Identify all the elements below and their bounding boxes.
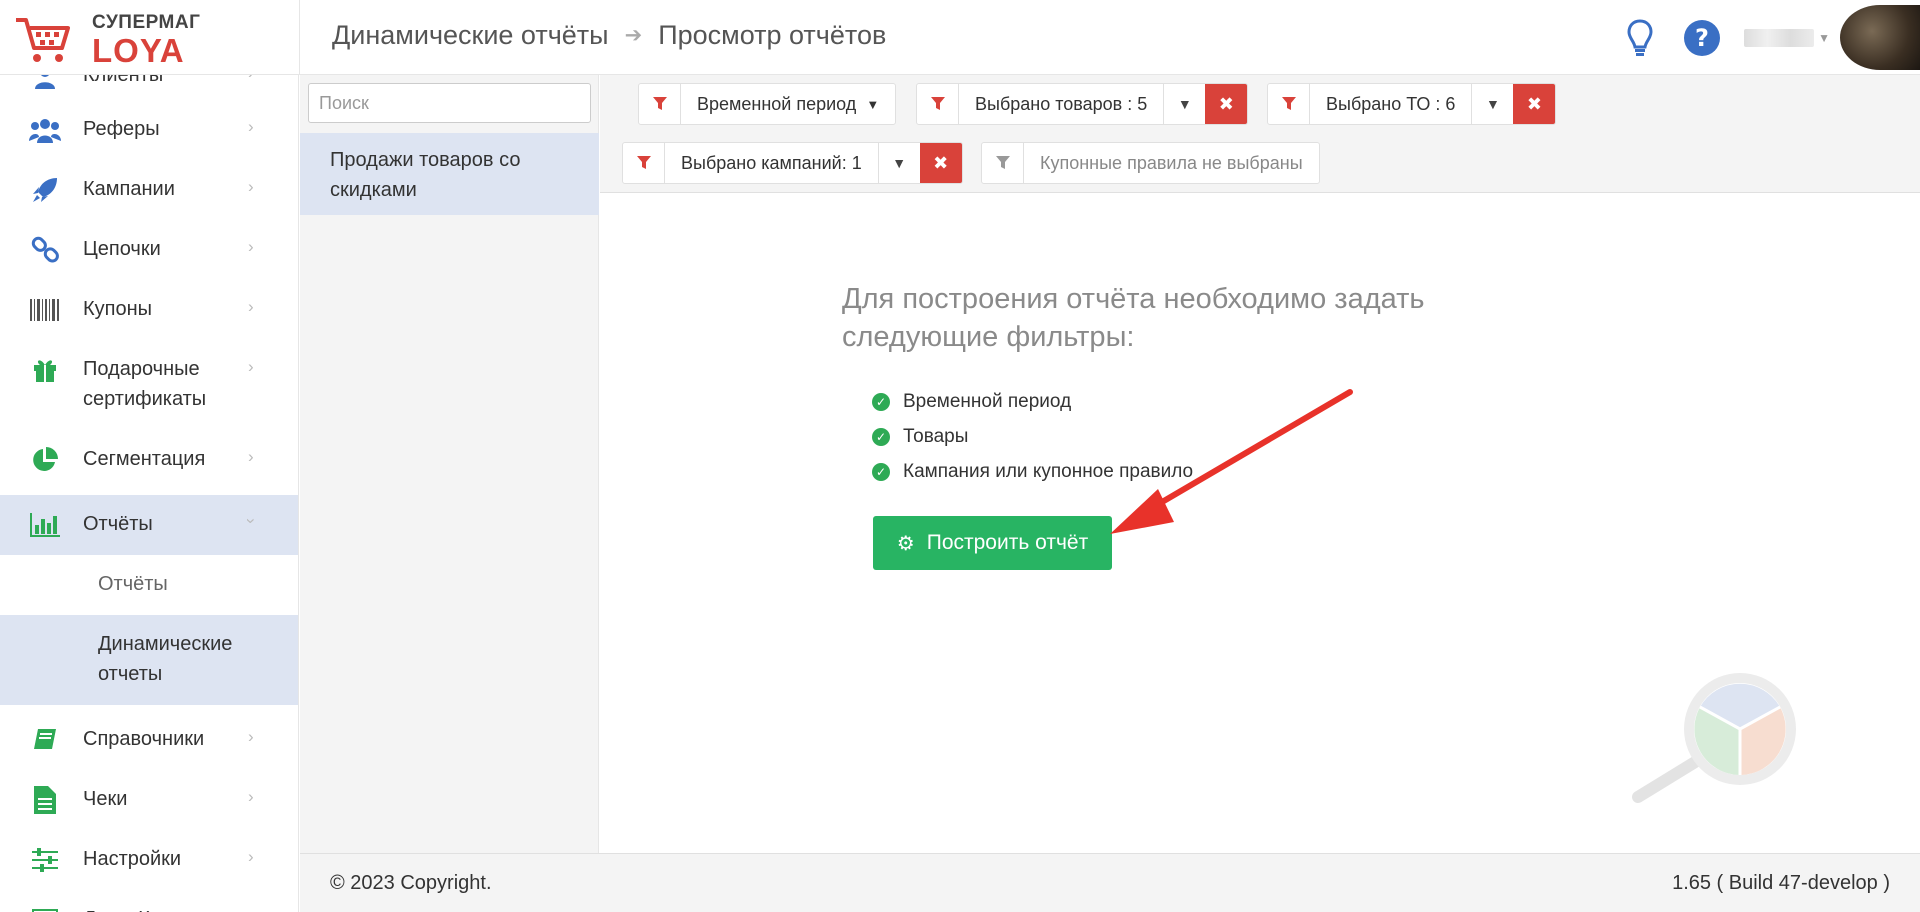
chevron-right-icon: › [248,787,254,806]
sidebar-item-segmentation[interactable]: Сегментация › [0,435,298,485]
sidebar-subitem-reports[interactable]: Отчёты [0,555,298,615]
chevron-right-icon: › [248,297,254,316]
chevron-right-icon: › [248,847,254,866]
sidebar-item-directories[interactable]: Справочники › [0,715,298,765]
logo-title: СУПЕРМАГ [92,12,201,33]
chevron-right-icon: › [248,357,254,376]
version-text: 1.65 ( Build 47-develop ) [1672,872,1890,894]
build-report-button[interactable]: ⚙ Построить отчёт [873,516,1112,570]
filter-campaigns: Выбрано кампаний: 1 ▼ ✖ [622,142,963,184]
required-filters-message: Для построения отчёта необходимо задать … [842,283,1425,353]
report-list-panel: Продажи товаров со скидками [300,75,599,853]
filter-to: Выбрано ТО : 6 ▼ ✖ [1267,83,1557,125]
footer: © 2023 Copyright. 1.65 ( Build 47-develo… [300,853,1920,912]
annotation-arrow [1110,389,1353,534]
breadcrumb-item-view-reports: Просмотр отчётов [658,20,887,50]
magnifier-icon [1632,673,1796,803]
sidebar: Клиенты › Реферы › Кампании › Цепочки › … [0,75,299,912]
chevron-right-icon: › [248,237,254,256]
breadcrumb-item-dynamic-reports[interactable]: Динамические отчёты [332,20,609,51]
sidebar-subitem-dynamic-reports[interactable]: Динамические отчеты [0,615,298,705]
check-circle-icon: ✓ [872,392,890,411]
gift-icon [28,353,62,387]
caret-down-icon[interactable]: ▼ [1163,84,1205,124]
caret-down-icon[interactable]: ▼ [877,143,920,183]
sidebar-item-clients[interactable]: Клиенты › [0,75,298,97]
cart-logo-icon [16,18,70,62]
logo-brand: LOYA [92,32,185,69]
filter-coupon-rules-label[interactable]: Купонные правила не выбраны [1024,143,1319,183]
filter-goods: Выбрано товаров : 5 ▼ ✖ [916,83,1249,125]
chevron-right-icon: › [248,117,254,136]
caret-down-icon[interactable]: ▼ [1471,84,1513,124]
report-content: Для построения отчёта необходимо задать … [600,194,1920,853]
filter-bar: Временной период ▼ Выбрано товаров : 5 ▼… [600,75,1920,193]
chevron-down-icon[interactable]: ▼ [1818,31,1830,45]
chevron-right-icon: › [248,75,254,83]
sidebar-item-chains[interactable]: Цепочки › [0,225,298,275]
filter-goods-label[interactable]: Выбрано товаров : 5 [959,84,1163,124]
filter-period-dropdown[interactable]: Временной период ▼ [681,84,895,124]
filter-coupon-rules[interactable]: Купонные правила не выбраны [981,142,1320,184]
close-icon[interactable]: ✖ [919,143,962,183]
link-icon [28,233,62,267]
copyright-text: © 2023 Copyright. [330,872,492,894]
chevron-down-icon: › [241,518,261,524]
close-icon[interactable]: ✖ [1513,84,1556,124]
filter-funnel-icon [917,84,959,124]
avatar[interactable] [1840,5,1920,70]
report-item-discount-sales[interactable]: Продажи товаров со скидками [300,133,599,215]
arrow-right-icon: ➔ [624,24,643,47]
logo[interactable]: СУПЕРМАГ LOYA [14,10,299,70]
sidebar-item-reports[interactable]: Отчёты › [0,495,298,555]
chevron-right-icon: › [248,447,254,466]
check-circle-icon: ✓ [872,427,890,446]
users-icon [28,113,62,147]
gears-icon: ⚙ [896,532,915,555]
header-divider [299,0,300,75]
bar-chart-icon [28,508,62,542]
book-icon [28,723,62,757]
sidebar-item-demo-cash[interactable]: Демо Касса [0,895,298,912]
check-circle-icon: ✓ [872,462,890,481]
filter-funnel-icon [639,84,681,124]
help-icon[interactable]: ? [1682,18,1722,58]
filter-campaigns-label[interactable]: Выбрано кампаний: 1 [665,143,878,183]
barcode-icon [28,293,62,327]
sidebar-item-referers[interactable]: Реферы › [0,105,298,155]
monitor-icon [28,903,62,912]
sidebar-item-gift-certificates[interactable]: Подарочные сертификаты › [0,345,298,425]
close-icon[interactable]: ✖ [1205,84,1248,124]
lightbulb-icon[interactable] [1620,18,1660,58]
filter-funnel-icon [623,143,665,183]
pie-chart-icon [28,443,62,477]
filter-to-label[interactable]: Выбрано ТО : 6 [1310,84,1471,124]
file-icon [28,783,62,817]
app-header: СУПЕРМАГ LOYA Динамические отчёты ➔ Прос… [0,0,1920,75]
user-name-blurred[interactable] [1744,28,1815,47]
caret-down-icon: ▼ [866,96,880,112]
filter-funnel-icon [1268,84,1310,124]
breadcrumb: Динамические отчёты ➔ Просмотр отчётов [332,20,886,51]
search-input[interactable] [308,83,591,123]
chevron-right-icon: › [248,177,254,196]
filter-period[interactable]: Временной период ▼ [638,83,897,125]
sidebar-item-campaigns[interactable]: Кампании › [0,165,298,215]
user-icon [28,75,62,94]
sidebar-item-coupons[interactable]: Купоны › [0,285,298,335]
sidebar-item-receipts[interactable]: Чеки › [0,775,298,825]
sliders-icon [28,843,62,877]
svg-text:?: ? [1695,24,1709,52]
sidebar-item-settings[interactable]: Настройки › [0,835,298,885]
filter-funnel-icon [982,143,1024,183]
rocket-icon [28,173,62,207]
chevron-right-icon: › [248,727,254,746]
